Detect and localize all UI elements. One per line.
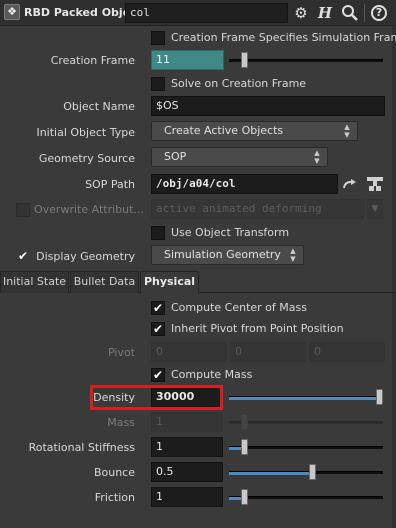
pivot-y-field[interactable]: 0	[230, 342, 306, 362]
object-name-field[interactable]: $OS	[151, 96, 385, 116]
inherit-pivot-label: Inherit Pivot from Point Position	[171, 322, 344, 335]
pivot-z-field[interactable]: 0	[309, 342, 385, 362]
density-highlight-box	[90, 385, 223, 410]
creation-frame-specifies-checkbox[interactable]	[151, 31, 165, 45]
node-chooser-icon[interactable]	[365, 175, 385, 193]
initial-object-type-menu[interactable]: Create Active Objects ▲ ▼	[151, 121, 358, 141]
rbd-node-icon: ❖	[4, 4, 20, 20]
updown-arrows-icon: ▲ ▼	[314, 149, 320, 165]
compute-mass-label: Compute Mass	[171, 368, 253, 381]
creation-frame-slider-track[interactable]	[229, 59, 383, 62]
solve-on-creation-label: Solve on Creation Frame	[171, 77, 307, 90]
compute-mass-checkbox[interactable]: ✔	[151, 368, 165, 382]
mass-slider-track[interactable]	[229, 421, 383, 424]
initial-object-type-label: Initial Object Type	[36, 126, 135, 139]
inherit-pivot-checkbox[interactable]: ✔	[151, 322, 165, 336]
use-object-transform-label: Use Object Transform	[171, 226, 290, 239]
bounce-slider-fill	[229, 472, 309, 475]
bounce-slider-handle[interactable]	[308, 464, 316, 480]
tab-physical[interactable]: Physical	[140, 271, 199, 294]
houdini-help-h-icon[interactable]: H	[315, 3, 335, 23]
density-slider-handle[interactable]	[376, 389, 383, 405]
creation-frame-label: Creation Frame	[50, 54, 135, 67]
compute-center-of-mass-checkbox[interactable]: ✔	[151, 301, 165, 315]
updown-arrows-icon: ▲ ▼	[344, 123, 350, 139]
friction-label: Friction	[94, 491, 135, 504]
initial-object-type-value: Create Active Objects	[164, 124, 284, 137]
creation-frame-slider-handle[interactable]	[241, 52, 248, 68]
toolbar-divider	[364, 4, 365, 22]
bounce-field[interactable]: 0.5	[151, 462, 223, 482]
object-name-label: Object Name	[63, 100, 135, 113]
creation-frame-specifies-label: Creation Frame Specifies Simulation Fram…	[171, 31, 396, 44]
overwrite-attribute-dropdown-icon[interactable]: ▼	[367, 199, 383, 219]
overwrite-attribute-label: Overwrite Attribut...	[34, 203, 144, 216]
mass-slider-handle[interactable]	[241, 414, 248, 430]
overwrite-attribute-toggle[interactable]	[16, 203, 30, 217]
density-slider-fill	[229, 397, 376, 400]
display-geometry-label: Display Geometry	[36, 250, 135, 263]
rotational-stiffness-slider-fill	[229, 447, 241, 450]
geometry-source-value: SOP	[164, 150, 187, 163]
tab-initial-state[interactable]: Initial State	[0, 271, 69, 293]
bounce-label: Bounce	[93, 466, 135, 479]
geometry-source-menu[interactable]: SOP ▲ ▼	[151, 147, 328, 167]
friction-field[interactable]: 1	[151, 487, 223, 507]
rotational-stiffness-field[interactable]: 1	[151, 437, 223, 457]
friction-slider-track[interactable]	[229, 496, 383, 499]
geometry-source-label: Geometry Source	[38, 152, 135, 165]
creation-frame-field[interactable]: 11	[151, 50, 224, 70]
display-geometry-value: Simulation Geometry	[164, 248, 281, 261]
sop-path-label: SOP Path	[85, 178, 135, 191]
compute-center-of-mass-label: Compute Center of Mass	[171, 301, 307, 314]
rotational-stiffness-slider-handle[interactable]	[241, 439, 248, 455]
mass-label: Mass	[107, 416, 135, 429]
friction-slider-fill	[229, 497, 241, 500]
search-icon[interactable]	[341, 4, 359, 22]
rotational-stiffness-label: Rotational Stiffness	[28, 441, 135, 454]
display-geometry-menu[interactable]: Simulation Geometry ▲ ▼	[151, 245, 304, 265]
display-geometry-checkbox[interactable]: ✔	[16, 249, 30, 263]
tab-bullet-data[interactable]: Bullet Data	[70, 271, 139, 293]
pivot-label: Pivot	[107, 346, 135, 359]
solve-on-creation-checkbox[interactable]	[151, 77, 165, 91]
rotational-stiffness-slider-track[interactable]	[229, 446, 383, 449]
updown-arrows-icon: ▲ ▼	[290, 247, 296, 263]
mass-field[interactable]: 1	[151, 412, 223, 432]
overwrite-attribute-field[interactable]: active animated deforming	[151, 199, 364, 219]
pivot-x-field[interactable]: 0	[151, 342, 227, 362]
use-object-transform-checkbox[interactable]	[151, 226, 165, 240]
friction-slider-handle[interactable]	[241, 489, 248, 505]
help-icon[interactable]: ?	[371, 5, 387, 21]
gear-icon[interactable]: ⚙	[291, 3, 311, 23]
node-name-field[interactable]: col	[125, 3, 288, 23]
sop-path-field[interactable]: /obj/a04/col	[151, 174, 338, 194]
jump-to-node-icon[interactable]	[341, 177, 359, 193]
